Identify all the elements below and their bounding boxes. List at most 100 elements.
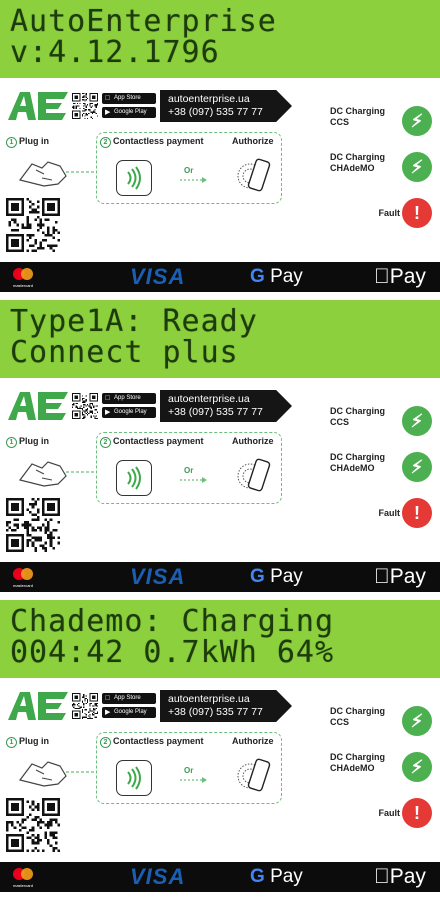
status-ccs-label: DC Charging CCS <box>330 106 400 128</box>
apple-icon:  <box>105 393 110 404</box>
google-pay-label: Pay <box>270 266 303 287</box>
phone-text[interactable]: +38 (097) 535 77 77 <box>168 706 292 719</box>
play-icon: ▶ <box>105 109 111 116</box>
or-label: Or <box>184 766 194 775</box>
status-chademo: DC Charging CHAdeMO ⚡︎ <box>330 452 436 484</box>
google-play-badge[interactable]: ▶ Google Play <box>102 407 156 418</box>
status-chademo-label: DC Charging CHAdeMO <box>330 152 400 174</box>
lcd-line-2: Connect plus <box>10 335 239 370</box>
status-chademo: DC Charging CHAdeMO ⚡︎ <box>330 752 436 784</box>
lightning-icon: ⚡︎ <box>402 152 432 182</box>
step-number: 1 <box>6 737 17 748</box>
google-play-badge[interactable]: ▶ Google Play <box>102 707 156 718</box>
phone-text[interactable]: +38 (097) 535 77 77 <box>168 106 292 119</box>
google-g-icon: G <box>250 266 265 287</box>
status-ccs-line2: CCS <box>330 417 350 427</box>
step-number: 2 <box>100 437 111 448</box>
mastercard-logo: mastercard <box>10 262 36 303</box>
status-fault-label: Fault <box>378 808 401 818</box>
apple-pay-logo: Pay <box>374 562 426 592</box>
google-pay-logo: G Pay <box>250 562 303 592</box>
status-fault-label: Fault <box>378 208 401 218</box>
payment-methods-strip: mastercard VISA G Pay Pay <box>0 862 440 892</box>
step-plug-in: 1 Plug in <box>6 436 49 448</box>
step-number: 2 <box>100 137 111 148</box>
plug-hand-icon <box>18 761 94 787</box>
step-plug-in-label: Plug in <box>19 736 49 746</box>
or-label: Or <box>184 166 194 175</box>
step-number: 1 <box>6 137 17 148</box>
visa-logo: VISA <box>130 264 186 289</box>
exclamation-icon: ! <box>402 498 432 528</box>
autoenterprise-logo <box>8 92 68 120</box>
mastercard-text: mastercard <box>13 883 33 888</box>
status-ccs-line1: DC Charging <box>330 106 385 116</box>
status-ccs-label: DC Charging CCS <box>330 706 400 728</box>
google-play-label: Google Play <box>114 709 147 715</box>
lightning-icon: ⚡︎ <box>402 406 432 436</box>
app-store-badge[interactable]:  App Store <box>102 693 156 704</box>
step-number: 2 <box>100 737 111 748</box>
lcd-line-1: Chademo: Charging <box>10 604 335 639</box>
lcd-display: AutoEnterprise v:4.12.1796 <box>0 0 440 78</box>
contactless-icon <box>116 460 152 496</box>
app-store-badge[interactable]:  App Store <box>102 393 156 404</box>
lcd-display: Chademo: Charging 004:42 0.7kWh 64% <box>0 600 440 678</box>
website-text[interactable]: autoenterprise.ua <box>168 393 292 406</box>
station-panel: AutoEnterprise v:4.12.1796  App Store ▶… <box>0 0 440 296</box>
apple-pay-label: Pay <box>374 265 426 288</box>
arrow-icon <box>180 477 207 483</box>
website-text[interactable]: autoenterprise.ua <box>168 693 292 706</box>
lcd-line-1: AutoEnterprise <box>10 4 277 39</box>
apple-icon:  <box>105 693 110 704</box>
visa-logo: VISA <box>130 864 186 889</box>
google-play-badge[interactable]: ▶ Google Play <box>102 107 156 118</box>
phone-fingerprint-icon <box>237 458 271 492</box>
apple-icon:  <box>374 265 390 288</box>
lcd-line-2: 004:42 0.7kWh 64% <box>10 635 335 670</box>
payment-methods-strip: mastercard VISA G Pay Pay <box>0 562 440 592</box>
apple-pay-label: Pay <box>374 865 426 888</box>
apple-pay-logo: Pay <box>374 862 426 892</box>
status-ccs: DC Charging CCS ⚡︎ <box>330 406 436 438</box>
apple-icon:  <box>374 865 390 888</box>
lightning-icon: ⚡︎ <box>402 752 432 782</box>
station-qr-code <box>6 498 60 557</box>
step-contactless-label: Contactless payment <box>113 736 204 746</box>
lcd-line-2: v:4.12.1796 <box>10 35 220 70</box>
status-ccs: DC Charging CCS ⚡︎ <box>330 106 436 138</box>
status-chademo-line2: CHAdeMO <box>330 763 375 773</box>
step-contactless: 2 Contactless payment <box>100 736 204 748</box>
step-contactless: 2 Contactless payment <box>100 436 204 448</box>
app-qr-code <box>72 693 98 719</box>
arrow-icon <box>180 777 207 783</box>
status-fault: Fault ! <box>330 498 436 530</box>
app-store-badge[interactable]:  App Store <box>102 93 156 104</box>
or-label: Or <box>184 466 194 475</box>
sticker-header:  App Store ▶ Google Play autoenterprise… <box>4 390 294 422</box>
status-ccs-line2: CCS <box>330 117 350 127</box>
status-ccs-line2: CCS <box>330 717 350 727</box>
exclamation-icon: ! <box>402 798 432 828</box>
phone-text[interactable]: +38 (097) 535 77 77 <box>168 406 292 419</box>
apple-icon:  <box>374 565 390 588</box>
station-panel: Type1A: Ready Connect plus  App Store ▶… <box>0 300 440 596</box>
app-qr-code <box>72 93 98 119</box>
contactless-icon <box>116 760 152 796</box>
lightning-icon: ⚡︎ <box>402 106 432 136</box>
status-chademo-line1: DC Charging <box>330 452 385 462</box>
google-play-label: Google Play <box>114 409 147 415</box>
lightning-icon: ⚡︎ <box>402 452 432 482</box>
status-chademo-label: DC Charging CHAdeMO <box>330 452 400 474</box>
autoenterprise-logo <box>8 692 68 720</box>
arrow-icon <box>180 177 207 183</box>
mastercard-text: mastercard <box>13 283 33 288</box>
app-store-label: App Store <box>114 95 141 101</box>
status-chademo-line2: CHAdeMO <box>330 463 375 473</box>
website-text[interactable]: autoenterprise.ua <box>168 93 292 106</box>
exclamation-icon: ! <box>402 198 432 228</box>
mastercard-logo: mastercard <box>10 862 36 903</box>
apple-pay-logo: Pay <box>374 262 426 292</box>
sticker-header:  App Store ▶ Google Play autoenterprise… <box>4 690 294 722</box>
lightning-icon: ⚡︎ <box>402 706 432 736</box>
